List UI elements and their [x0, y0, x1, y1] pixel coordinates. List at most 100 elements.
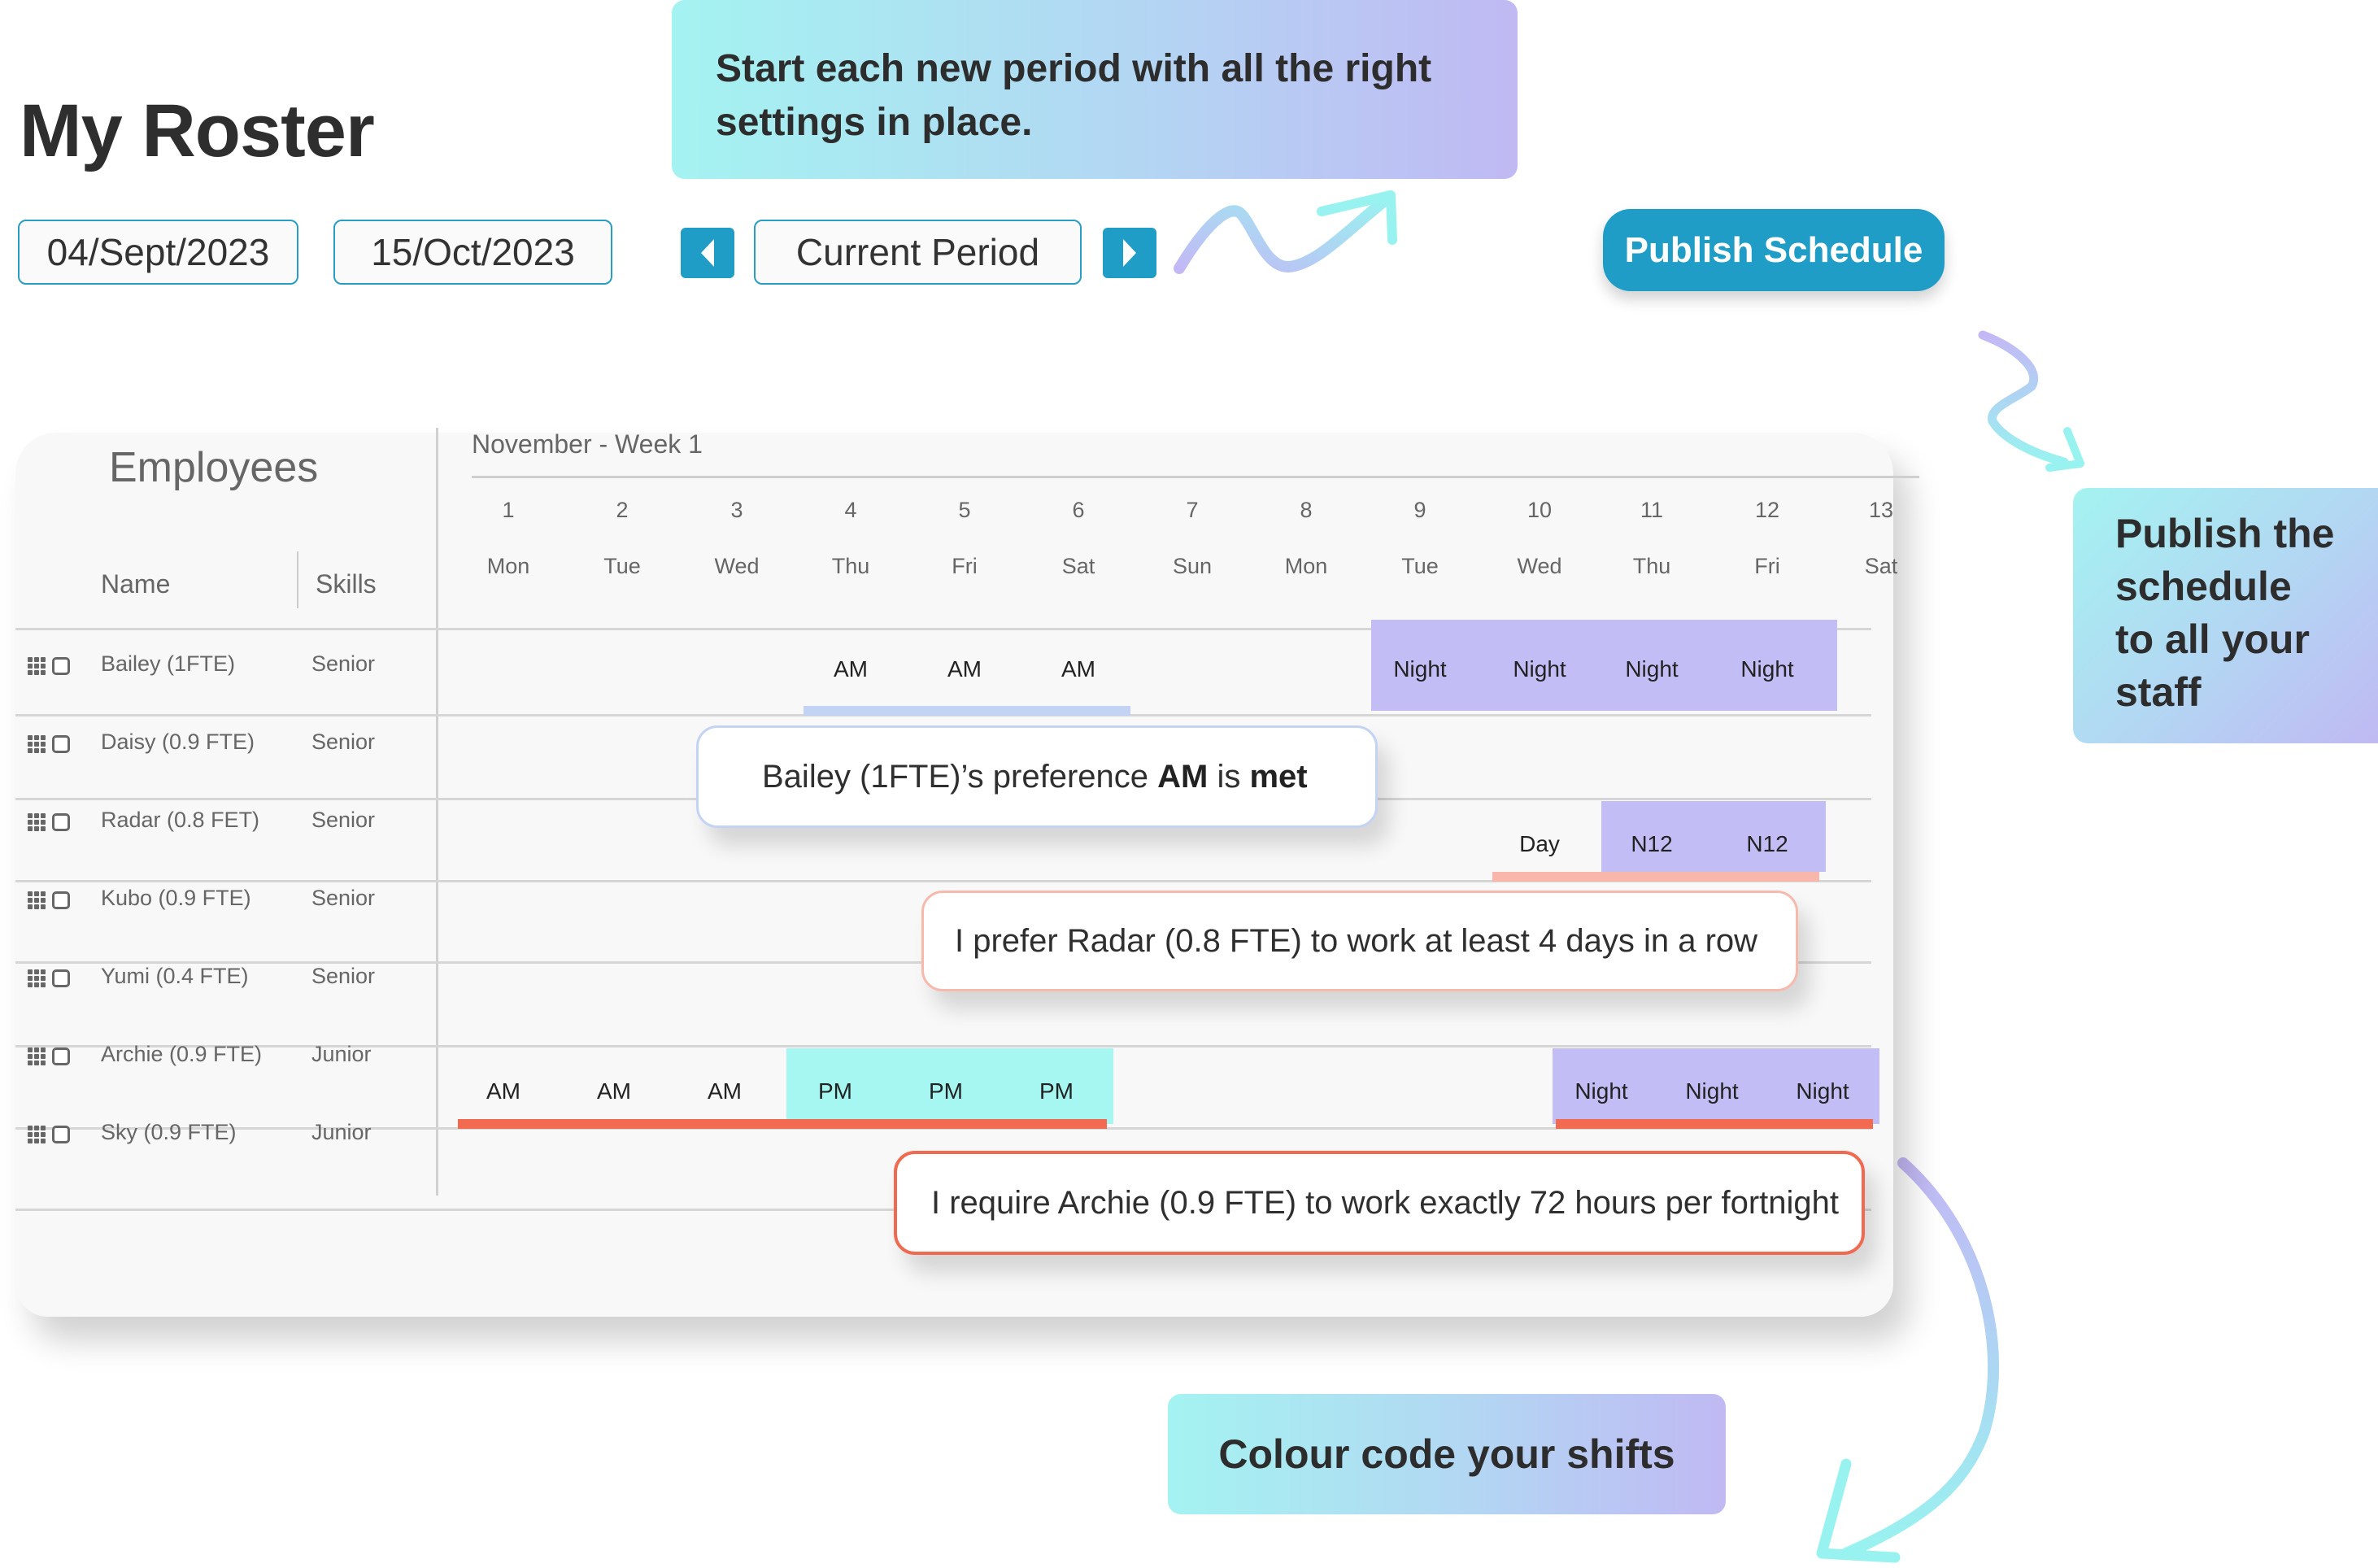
- start-date-field[interactable]: 04/Sept/2023: [18, 220, 298, 285]
- tooltip-hard-rule: I require Archie (0.9 FTE) to work exact…: [894, 1151, 1865, 1255]
- row-checkbox[interactable]: [52, 1048, 70, 1065]
- day-number: 11: [1640, 498, 1664, 522]
- employee-skill: Senior: [311, 730, 376, 754]
- row-checkbox[interactable]: [52, 657, 70, 675]
- skills-column-header[interactable]: Skills: [316, 569, 377, 599]
- day-name: Mon: [1284, 554, 1328, 578]
- day-number: 10: [1527, 498, 1553, 522]
- rule-indicator-bar: [1492, 872, 1819, 882]
- week-divider: [472, 476, 1919, 478]
- name-column-header[interactable]: Name: [101, 569, 170, 599]
- day-name: Tue: [603, 554, 641, 578]
- drag-handle-icon[interactable]: [28, 813, 46, 831]
- shift-label[interactable]: Night: [1513, 656, 1566, 682]
- day-name: Wed: [714, 554, 760, 578]
- employee-name[interactable]: Daisy (0.9 FTE): [101, 730, 255, 755]
- callout-period-settings: Start each new period with all the right…: [672, 0, 1518, 179]
- week-label: November - Week 1: [472, 429, 703, 459]
- caret-left-icon: [701, 239, 714, 267]
- drag-handle-icon[interactable]: [28, 657, 46, 675]
- shift-label[interactable]: Night: [1574, 1078, 1627, 1104]
- employee-skill: Junior: [311, 1120, 372, 1144]
- shift-label[interactable]: Night: [1796, 1078, 1849, 1104]
- shift-label[interactable]: PM: [929, 1078, 963, 1104]
- callout-colour-code: Colour code your shifts: [1168, 1394, 1726, 1514]
- day-number: 6: [1072, 498, 1085, 522]
- zigzag-arrow-icon: [1978, 330, 2084, 472]
- day-number: 12: [1754, 498, 1780, 522]
- employee-skill: Senior: [311, 886, 376, 910]
- day-number: 13: [1868, 498, 1894, 522]
- shift-label[interactable]: N12: [1631, 831, 1672, 857]
- day-number: 8: [1300, 498, 1313, 522]
- shift-label[interactable]: AM: [486, 1078, 520, 1104]
- row-checkbox[interactable]: [52, 1126, 70, 1143]
- shift-label[interactable]: PM: [1039, 1078, 1074, 1104]
- shift-label[interactable]: Night: [1393, 656, 1446, 682]
- row-checkbox[interactable]: [52, 813, 70, 831]
- drag-handle-icon[interactable]: [28, 969, 46, 987]
- day-number: 2: [616, 498, 629, 522]
- day-number: 5: [958, 498, 971, 522]
- employee-name[interactable]: Yumi (0.4 FTE): [101, 964, 249, 989]
- current-period-field[interactable]: Current Period: [754, 220, 1082, 285]
- row-checkbox[interactable]: [52, 735, 70, 753]
- shift-label[interactable]: Day: [1519, 831, 1560, 857]
- shift-label[interactable]: Night: [1685, 1078, 1738, 1104]
- tooltip-status: met: [1249, 758, 1308, 795]
- shift-label[interactable]: AM: [597, 1078, 631, 1104]
- column-separator: [297, 551, 298, 608]
- shift-label[interactable]: AM: [1061, 656, 1095, 682]
- day-name: Sun: [1172, 554, 1213, 578]
- shift-label[interactable]: N12: [1746, 831, 1788, 857]
- publish-schedule-button[interactable]: Publish Schedule: [1603, 209, 1945, 291]
- day-name: Tue: [1401, 554, 1439, 578]
- day-number: 4: [844, 498, 857, 522]
- page-title: My Roster: [20, 89, 375, 172]
- employee-name[interactable]: Archie (0.9 FTE): [101, 1042, 262, 1067]
- tooltip-soft-rule: I prefer Radar (0.8 FTE) to work at leas…: [921, 891, 1798, 991]
- employee-name[interactable]: Kubo (0.9 FTE): [101, 886, 251, 911]
- day-name: Fri: [952, 554, 978, 578]
- previous-period-button[interactable]: [681, 228, 734, 278]
- drag-handle-icon[interactable]: [28, 891, 46, 909]
- caret-right-icon: [1123, 239, 1136, 267]
- next-period-button[interactable]: [1103, 228, 1156, 278]
- employee-skill: Senior: [311, 964, 376, 988]
- employee-name[interactable]: Radar (0.8 FET): [101, 808, 259, 833]
- shift-label[interactable]: AM: [947, 656, 982, 682]
- day-name: Thu: [831, 554, 870, 578]
- shift-label[interactable]: AM: [708, 1078, 742, 1104]
- day-name: Sat: [1864, 554, 1898, 578]
- tooltip-text: is: [1208, 758, 1250, 795]
- drag-handle-icon[interactable]: [28, 1126, 46, 1143]
- drag-handle-icon[interactable]: [28, 1048, 46, 1065]
- day-name: Thu: [1632, 554, 1671, 578]
- row-checkbox[interactable]: [52, 891, 70, 909]
- employee-skill: Senior: [311, 651, 376, 676]
- drag-handle-icon[interactable]: [28, 735, 46, 753]
- employee-skill: Senior: [311, 808, 376, 832]
- day-name: Wed: [1517, 554, 1562, 578]
- employee-skill: Junior: [311, 1042, 372, 1066]
- row-divider: [15, 1045, 1871, 1048]
- shift-label[interactable]: PM: [818, 1078, 852, 1104]
- employee-name[interactable]: Sky (0.9 FTE): [101, 1120, 237, 1145]
- tooltip-text: Bailey (1FTE)’s preference: [762, 758, 1158, 795]
- rule-indicator-bar: [458, 1119, 1107, 1129]
- end-date-field[interactable]: 15/Oct/2023: [333, 220, 612, 285]
- day-number: 3: [730, 498, 743, 522]
- day-name: Sat: [1061, 554, 1095, 578]
- shift-label[interactable]: Night: [1625, 656, 1678, 682]
- employee-name[interactable]: Bailey (1FTE): [101, 651, 235, 677]
- row-checkbox[interactable]: [52, 969, 70, 987]
- shift-label[interactable]: Night: [1740, 656, 1793, 682]
- day-number: 9: [1413, 498, 1426, 522]
- shift-label[interactable]: AM: [834, 656, 868, 682]
- callout-publish: Publish the schedule to all your staff: [2073, 488, 2378, 743]
- tooltip-shift: AM: [1157, 758, 1209, 795]
- day-number: 1: [502, 498, 515, 522]
- employees-title: Employees: [109, 444, 319, 491]
- squiggle-arrow-icon: [1174, 190, 1397, 274]
- day-number: 7: [1186, 498, 1199, 522]
